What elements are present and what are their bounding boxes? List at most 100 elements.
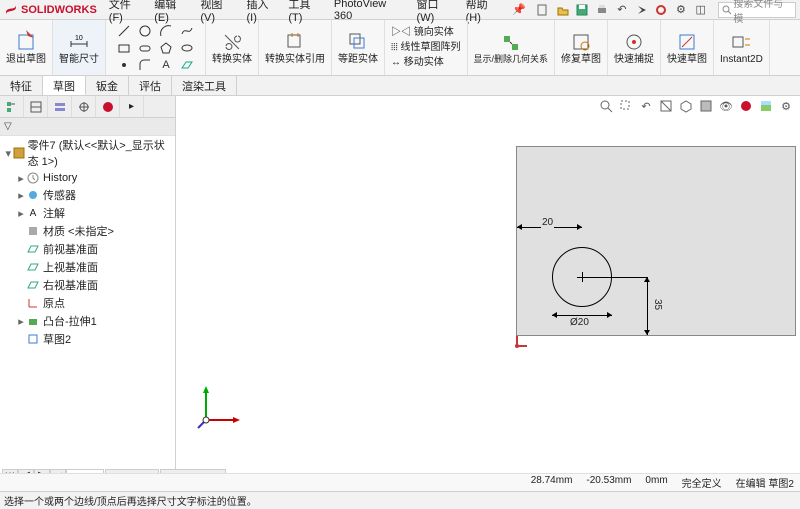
dim-35-ext-icon bbox=[582, 277, 647, 278]
tree-history[interactable]: ▸History bbox=[0, 170, 175, 186]
tab-evaluate[interactable]: 评估 bbox=[129, 76, 172, 95]
exit-sketch-button[interactable]: 退出草图 bbox=[6, 30, 46, 65]
ribbon-quicksketch-group: 快速草图 bbox=[661, 20, 714, 75]
slot-icon[interactable] bbox=[135, 40, 155, 56]
offset-button[interactable]: 等距实体 bbox=[338, 30, 378, 65]
ribbon-snap-group: 快速捕捉 bbox=[608, 20, 661, 75]
graphics-area[interactable]: ↶ 👁 ⚙ 20 Ø20 bbox=[176, 96, 800, 473]
tree-front-plane[interactable]: 前视基准面 bbox=[0, 240, 175, 258]
menu-photoview[interactable]: PhotoView 360 bbox=[334, 0, 407, 22]
menu-bar: SOLIDWORKS 文件(F) 编辑(E) 视图(V) 插入(I) 工具(T)… bbox=[0, 0, 800, 20]
fm-tab-dimxpert[interactable] bbox=[72, 96, 96, 117]
prev-view-icon[interactable]: ↶ bbox=[638, 98, 654, 114]
search-box[interactable]: 搜索文件与模 bbox=[718, 2, 797, 18]
display-rel-button[interactable]: 显示/删除几何关系 bbox=[474, 31, 549, 65]
options-icon[interactable]: ⚙ bbox=[674, 3, 688, 17]
fm-tab-config[interactable] bbox=[48, 96, 72, 117]
filter-icon[interactable]: ▽ bbox=[4, 121, 12, 132]
status-bar: 选择一个或两个边线/顶点后再选择尺寸文字标注的位置。 bbox=[0, 491, 800, 509]
dim-20-label[interactable]: 20 bbox=[541, 217, 554, 228]
plane-icon[interactable] bbox=[177, 57, 197, 73]
menu-pin-icon[interactable]: 📌 bbox=[512, 3, 526, 16]
pattern-button[interactable]: ⦙⦙⦙ 线性草图阵列 bbox=[391, 40, 461, 55]
ribbon-repair-group: 修复草图 bbox=[555, 20, 608, 75]
box-icon[interactable]: ◫ bbox=[694, 3, 708, 17]
display-rel-label: 显示/删除几何关系 bbox=[474, 55, 549, 65]
exit-sketch-icon bbox=[14, 30, 38, 54]
rebuild-icon[interactable] bbox=[654, 3, 668, 17]
print-icon[interactable] bbox=[595, 3, 609, 17]
fm-tab-appearance[interactable] bbox=[96, 96, 120, 117]
status-z: 0mm bbox=[645, 475, 667, 490]
ribbon-sketch-tools: A bbox=[106, 20, 206, 75]
arc-icon[interactable] bbox=[156, 23, 176, 39]
hide-show-icon[interactable]: 👁 bbox=[718, 98, 734, 114]
tab-sheetmetal[interactable]: 钣金 bbox=[86, 76, 129, 95]
tree-boss-extrude[interactable]: ▸凸台-拉伸1 bbox=[0, 312, 175, 330]
view-triad-icon bbox=[196, 380, 246, 433]
tree-material[interactable]: 材质 <未指定> bbox=[0, 222, 175, 240]
ribbon-display-group: 显示/删除几何关系 bbox=[468, 20, 556, 75]
text-icon[interactable]: A bbox=[156, 57, 176, 73]
line-icon[interactable] bbox=[114, 23, 134, 39]
app-brand: SOLIDWORKS bbox=[21, 4, 97, 16]
tree-root[interactable]: ▾零件7 (默认<<默认>_显示状态 1>) bbox=[0, 136, 175, 170]
snap-label: 快速捕捉 bbox=[614, 54, 654, 65]
dim-phi20-label[interactable]: Ø20 bbox=[569, 317, 590, 328]
instant2d-icon bbox=[729, 30, 753, 54]
zoom-area-icon[interactable] bbox=[618, 98, 634, 114]
fm-tab-more[interactable]: ▸ bbox=[120, 96, 144, 117]
instant2d-label: Instant2D bbox=[720, 54, 763, 65]
title-toolbar: ↶ ⚙ ◫ 搜索文件与模 bbox=[536, 2, 796, 18]
instant2d-button[interactable]: Instant2D bbox=[720, 30, 763, 65]
open-icon[interactable] bbox=[556, 3, 570, 17]
tab-feature[interactable]: 特征 bbox=[0, 76, 43, 95]
undo-icon[interactable]: ↶ bbox=[615, 3, 629, 17]
appearance-icon[interactable] bbox=[738, 98, 754, 114]
app-logo: SOLIDWORKS bbox=[4, 3, 97, 17]
ribbon-instant2d-group: Instant2D bbox=[714, 20, 770, 75]
heads-up-toolbar: ↶ 👁 ⚙ bbox=[598, 98, 794, 114]
fm-tab-tree[interactable] bbox=[0, 96, 24, 117]
tree-top-plane[interactable]: 上视基准面 bbox=[0, 258, 175, 276]
tree-origin[interactable]: 原点 bbox=[0, 294, 175, 312]
zoom-fit-icon[interactable] bbox=[598, 98, 614, 114]
save-icon[interactable] bbox=[576, 3, 590, 17]
fm-tab-property[interactable] bbox=[24, 96, 48, 117]
ellipse-icon[interactable] bbox=[177, 40, 197, 56]
repair-button[interactable]: 修复草图 bbox=[561, 30, 601, 65]
convert-label: 转换实体引用 bbox=[265, 54, 325, 65]
ribbon-offset-group: 等距实体 bbox=[332, 20, 385, 75]
quicksketch-label: 快速草图 bbox=[667, 54, 707, 65]
section-icon[interactable] bbox=[658, 98, 674, 114]
display-style-icon[interactable] bbox=[698, 98, 714, 114]
spline-icon[interactable] bbox=[177, 23, 197, 39]
svg-text:10: 10 bbox=[75, 35, 83, 42]
view-settings-icon[interactable]: ⚙ bbox=[778, 98, 794, 114]
mirror-button[interactable]: ▷◁ 镜向实体 bbox=[391, 25, 454, 40]
display-rel-icon bbox=[499, 31, 523, 55]
quicksketch-button[interactable]: 快速草图 bbox=[667, 30, 707, 65]
rect-icon[interactable] bbox=[114, 40, 134, 56]
snap-button[interactable]: 快速捕捉 bbox=[614, 30, 654, 65]
tree-right-plane[interactable]: 右视基准面 bbox=[0, 276, 175, 294]
tree-sensors[interactable]: ▸传感器 bbox=[0, 186, 175, 204]
new-icon[interactable] bbox=[536, 3, 550, 17]
point-icon[interactable] bbox=[114, 57, 134, 73]
convert-button[interactable]: 转换实体引用 bbox=[265, 30, 325, 65]
arrow-icon[interactable] bbox=[635, 3, 649, 17]
view-orient-icon[interactable] bbox=[678, 98, 694, 114]
trim-button[interactable]: 转换实体 bbox=[212, 30, 252, 65]
dim-35-label[interactable]: 35 bbox=[651, 299, 664, 310]
tab-render[interactable]: 渲染工具 bbox=[172, 76, 237, 95]
tree-annotations[interactable]: ▸A注解 bbox=[0, 204, 175, 222]
scene-icon[interactable] bbox=[758, 98, 774, 114]
tree-sketch2[interactable]: 草图2 bbox=[0, 330, 175, 348]
move-button[interactable]: ↔ 移动实体 bbox=[391, 55, 444, 70]
smart-dim-button[interactable]: 10 智能尺寸 bbox=[59, 30, 99, 65]
circle-icon[interactable] bbox=[135, 23, 155, 39]
dim-35-line[interactable] bbox=[647, 277, 648, 335]
fillet-icon[interactable] bbox=[135, 57, 155, 73]
tab-sketch[interactable]: 草图 bbox=[43, 76, 86, 95]
polygon-icon[interactable] bbox=[156, 40, 176, 56]
